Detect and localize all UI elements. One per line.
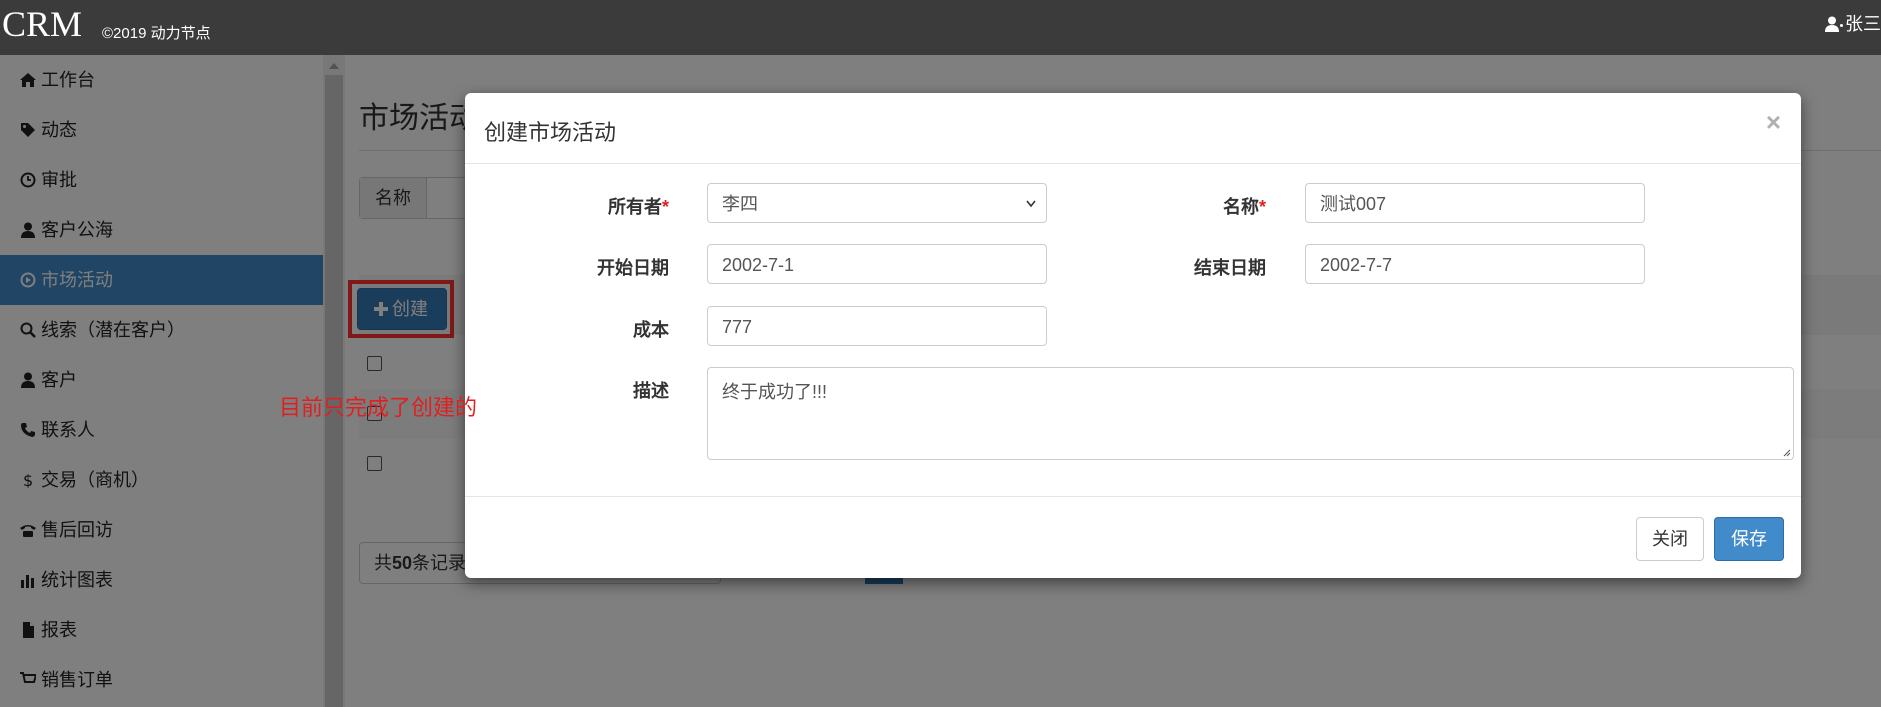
- phone-icon: [21, 423, 35, 437]
- annotation-note: 目前只完成了创建的: [279, 395, 478, 420]
- stats-icon: [21, 575, 34, 588]
- search-name-label: 名称: [360, 178, 427, 218]
- sidebar-item-label: 客户公海: [41, 220, 113, 240]
- sidebar-scrollbar[interactable]: [323, 55, 345, 707]
- sidebar-item-activity[interactable]: 动态: [0, 105, 323, 155]
- home-icon: [20, 73, 36, 87]
- sidebar-item-label: 线索（潜在客户）: [41, 320, 185, 340]
- sidebar-item-customer-pool[interactable]: 客户公海: [0, 205, 323, 255]
- sidebar-item-after-sales[interactable]: 售后回访: [0, 505, 323, 555]
- pager-suffix: 条记录: [412, 553, 467, 573]
- phone-alt-icon: [20, 525, 36, 537]
- sidebar-item-label: 报表: [41, 620, 77, 640]
- end-date-label: 结束日期: [1194, 258, 1266, 278]
- sidebar-item-label: 工作台: [41, 70, 95, 90]
- sidebar-item-leads[interactable]: 线索（潜在客户）: [0, 305, 323, 355]
- dollar-icon: $: [23, 472, 33, 488]
- create-activity-modal: 创建市场活动 × 所有者* 李四 名称* 测试007 开始日期 2002-7-1…: [465, 93, 1801, 578]
- pager-count: 50: [392, 553, 413, 573]
- page-title: 市场活动: [359, 102, 479, 135]
- close-icon[interactable]: ×: [1766, 107, 1781, 138]
- sidebar-item-statistics[interactable]: 统计图表: [0, 555, 323, 605]
- sidebar-item-label: 客户: [41, 370, 77, 390]
- cost-label: 成本: [633, 320, 669, 340]
- sidebar-item-label: 销售订单: [41, 670, 113, 690]
- pagination-active-page[interactable]: [865, 578, 903, 584]
- modal-header: 创建市场活动 ×: [465, 93, 1801, 164]
- user-icon: [21, 372, 35, 388]
- sidebar-item-customers[interactable]: 客户: [0, 355, 323, 405]
- top-navbar: CRM ©2019 动力节点 张三: [0, 0, 1881, 55]
- save-button[interactable]: 保存: [1714, 517, 1784, 561]
- description-textarea[interactable]: 终于成功了!!!: [707, 367, 1794, 460]
- start-date-label: 开始日期: [597, 258, 669, 278]
- sidebar-item-approval[interactable]: 审批: [0, 155, 323, 205]
- user-icon: [1825, 16, 1839, 32]
- name-input[interactable]: 测试007: [1305, 183, 1645, 223]
- search-icon: [20, 322, 36, 338]
- user-icon: [21, 222, 35, 238]
- pager-prefix: 共: [374, 553, 392, 573]
- highlight-box: [348, 280, 454, 338]
- required-mark: *: [1258, 197, 1266, 217]
- play-circle-icon: [20, 272, 36, 288]
- description-value: 终于成功了!!!: [722, 382, 828, 402]
- sidebar-item-label: 统计图表: [41, 570, 113, 590]
- shopping-cart-icon: [20, 672, 36, 683]
- sidebar-item-label: 联系人: [41, 420, 95, 440]
- sidebar-item-contacts[interactable]: 联系人: [0, 405, 323, 455]
- start-date-input[interactable]: 2002-7-1: [707, 244, 1047, 284]
- description-label: 描述: [633, 381, 669, 401]
- sidebar-item-label: 动态: [41, 120, 77, 140]
- chevron-down-icon: [1026, 200, 1036, 208]
- svg-text:$: $: [23, 472, 33, 488]
- sidebar-item-label: 市场活动: [41, 270, 113, 290]
- sidebar-item-label: 售后回访: [41, 520, 113, 540]
- modal-footer-divider: [465, 496, 1801, 497]
- owner-label: 所有者*: [509, 193, 669, 219]
- row-checkbox[interactable]: [367, 456, 382, 471]
- search-name-input-group[interactable]: 名称: [359, 177, 481, 219]
- clock-icon: [20, 172, 36, 188]
- sidebar: 工作台 动态 审批 客户公海 市场活动 线索（潜在客户） 客户 联系人 $ 交易…: [0, 55, 323, 707]
- copyright-text: ©2019 动力节点: [102, 25, 211, 42]
- close-button[interactable]: 关闭: [1636, 517, 1704, 561]
- tag-icon: [21, 123, 35, 137]
- brand-logo[interactable]: CRM: [2, 4, 82, 44]
- sidebar-item-reports[interactable]: 报表: [0, 605, 323, 655]
- owner-select-value: 李四: [722, 194, 758, 214]
- modal-title: 创建市场活动: [484, 120, 617, 145]
- owner-label-text: 所有者: [607, 197, 662, 217]
- sidebar-item-label: 交易（商机）: [41, 470, 149, 490]
- required-mark: *: [661, 197, 669, 217]
- cost-input[interactable]: 777: [707, 306, 1047, 346]
- user-name: 张三: [1845, 14, 1881, 34]
- sidebar-item-deals[interactable]: $ 交易（商机）: [0, 455, 323, 505]
- sidebar-item-label: 审批: [41, 170, 77, 190]
- resize-grip-icon[interactable]: [1781, 447, 1791, 457]
- name-label: 名称*: [1106, 193, 1266, 219]
- sidebar-item-marketing-activity[interactable]: 市场活动: [0, 255, 323, 305]
- owner-select[interactable]: 李四: [707, 183, 1047, 223]
- sidebar-item-workbench[interactable]: 工作台: [0, 55, 323, 105]
- row-checkbox[interactable]: [367, 356, 382, 371]
- end-date-input[interactable]: 2002-7-7: [1305, 244, 1645, 284]
- sidebar-item-sales-orders[interactable]: 销售订单: [0, 655, 323, 705]
- user-menu[interactable]: 张三: [1825, 10, 1881, 36]
- name-label-text: 名称: [1222, 197, 1259, 217]
- file-icon: [23, 622, 34, 638]
- scroll-up-arrow-icon[interactable]: [329, 63, 339, 69]
